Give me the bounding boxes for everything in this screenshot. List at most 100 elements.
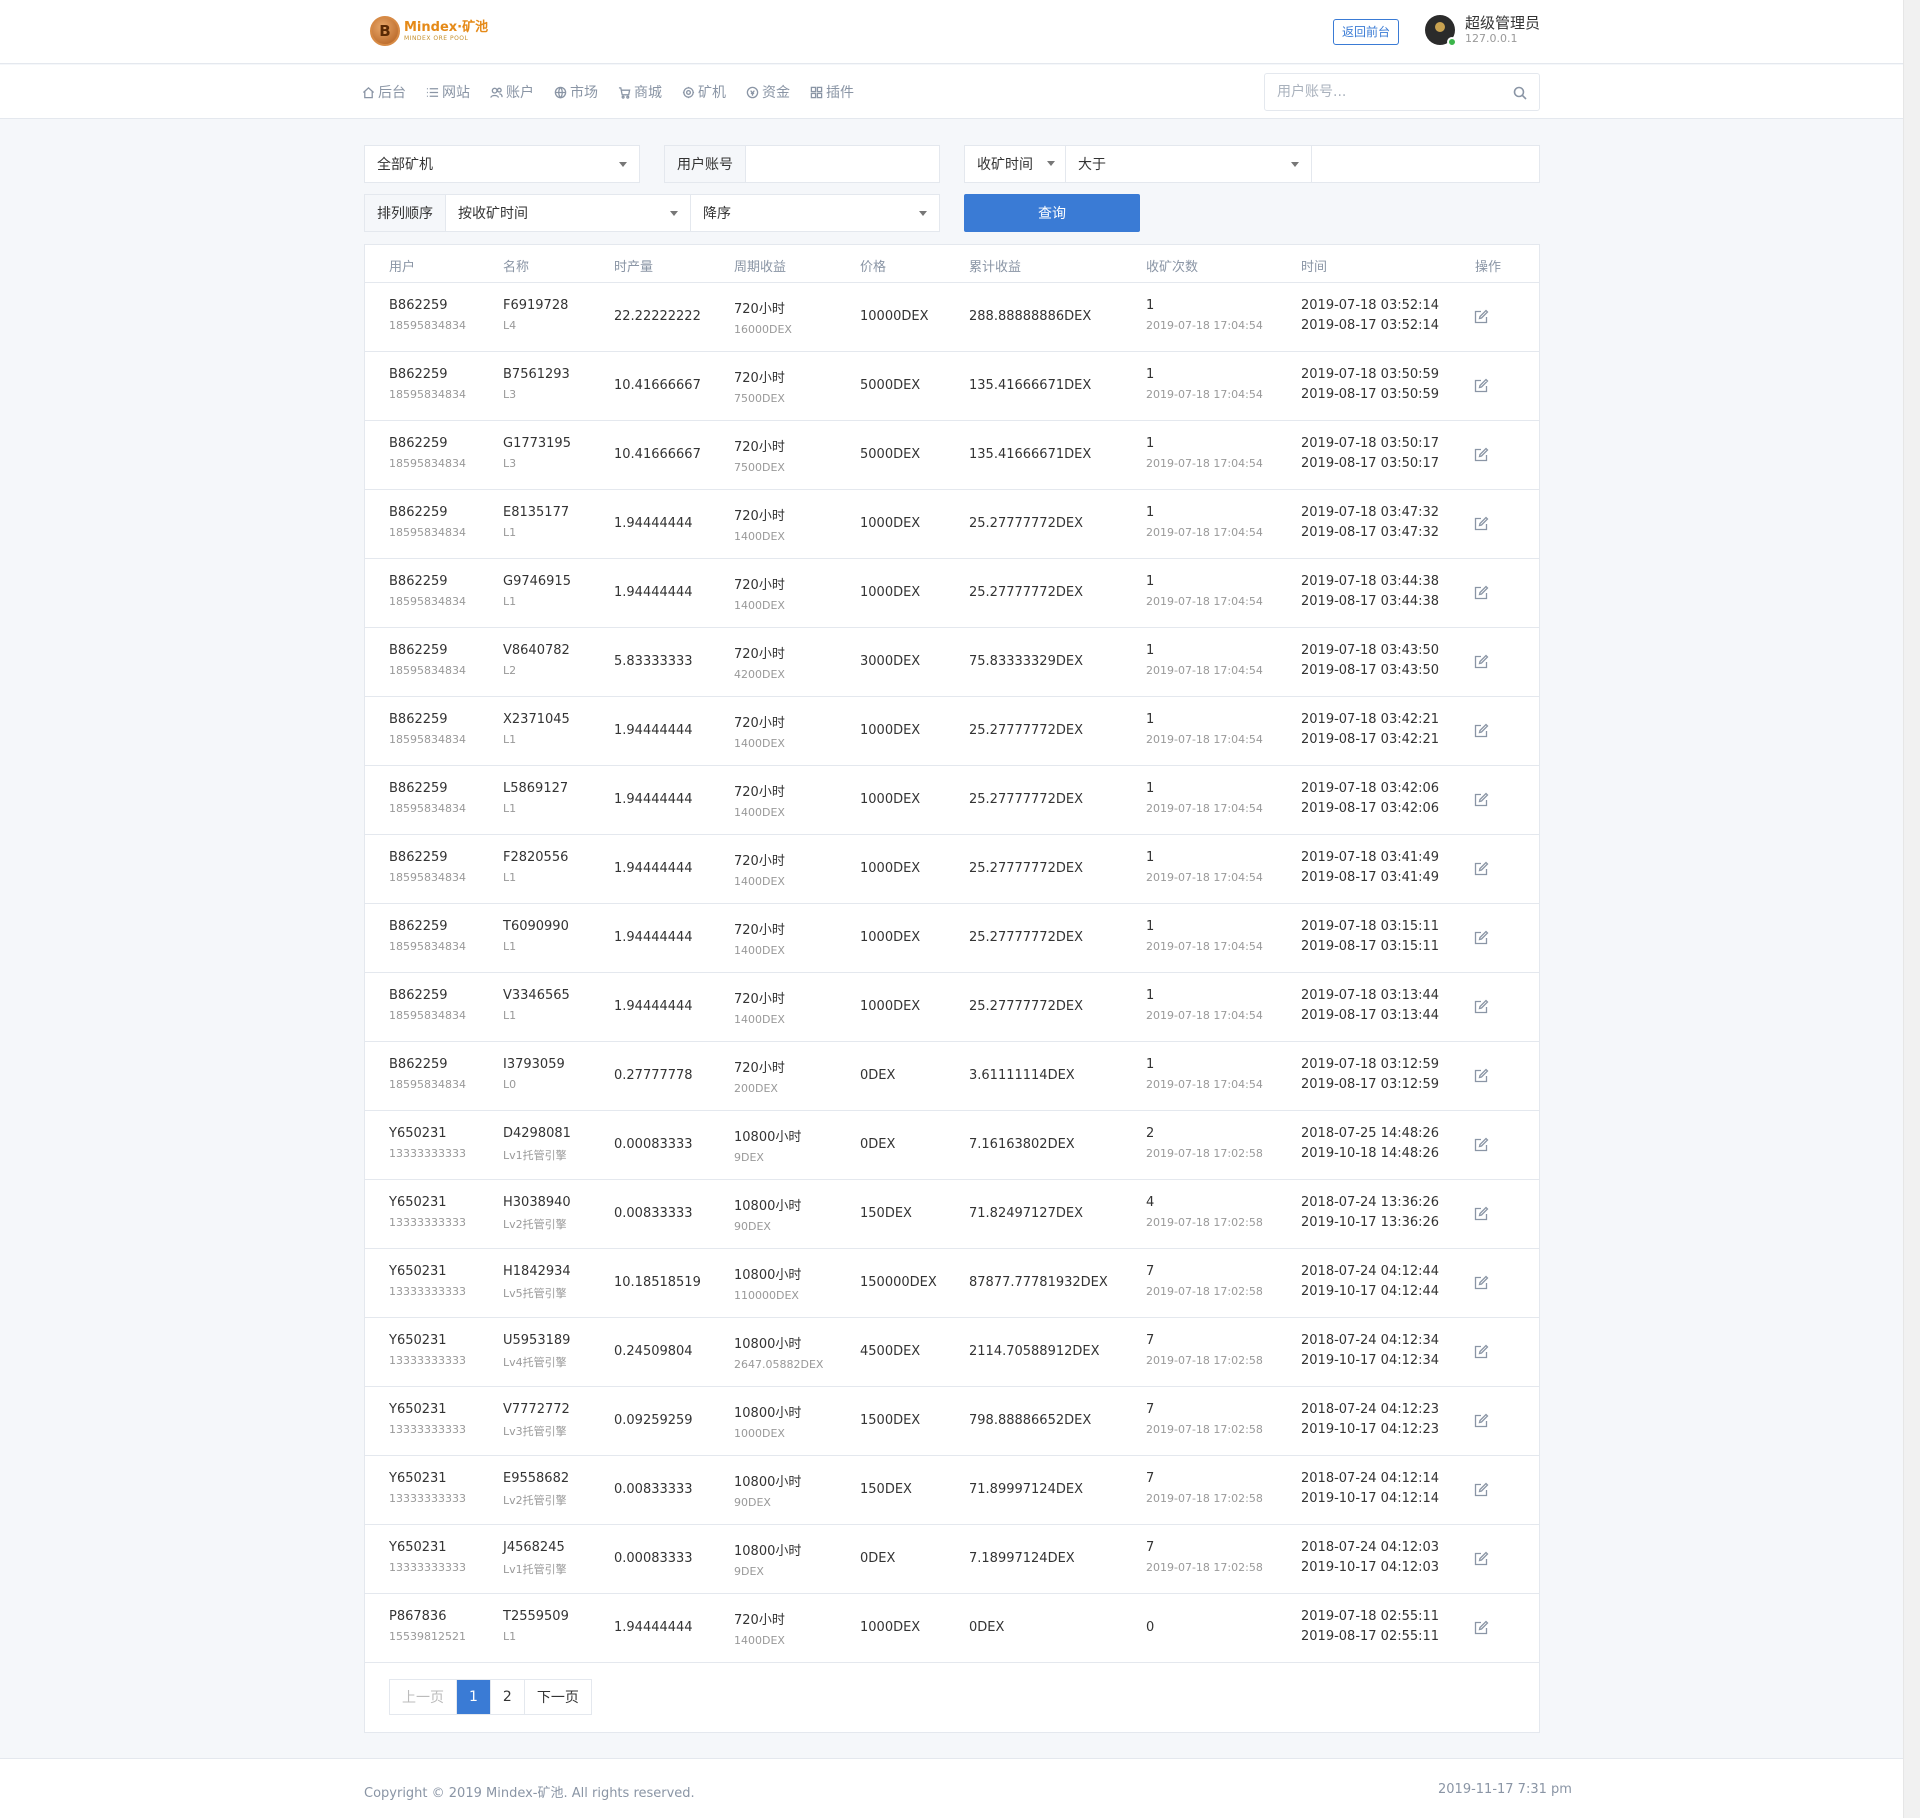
table-cell: 1.94444444 [614, 792, 693, 807]
table-cell: 5000DEX [860, 447, 920, 462]
end-time: 2019-10-17 04:12:03 [1301, 1560, 1440, 1575]
table-cell: 10800小时 9DEX [734, 1540, 801, 1578]
table-cell: 720小时 16000DEX [734, 298, 792, 336]
back-to-frontend-button[interactable]: 返回前台 [1333, 19, 1400, 45]
last-collect-time: 2019-07-18 17:02:58 [1146, 1423, 1263, 1436]
hourly-output: 10.18518519 [614, 1275, 701, 1290]
edit-icon[interactable] [1473, 378, 1489, 394]
user-menu[interactable]: 超级管理员 127.0.0.1 [1425, 14, 1540, 47]
edit-icon[interactable] [1473, 1344, 1489, 1360]
page-2-button[interactable]: 2 [490, 1680, 525, 1714]
total-income: 25.27777772DEX [969, 861, 1083, 876]
compare-select[interactable]: 大于 [1066, 146, 1312, 182]
list-icon [426, 87, 439, 97]
brand-logo[interactable]: B Mindex·矿池 MINDEX ORE POOL [370, 16, 488, 46]
table-cell: 1.94444444 [614, 1620, 693, 1635]
table-cell: 4500DEX [860, 1344, 920, 1359]
table-cell: B862259 18595834834 [389, 1057, 466, 1091]
user-id: B862259 [389, 1057, 448, 1072]
sort-direction-select[interactable]: 降序 [691, 195, 939, 231]
user-phone: 13333333333 [389, 1561, 466, 1574]
miner-level: Lv1托管引擎 [503, 1149, 567, 1162]
edit-icon[interactable] [1473, 1137, 1489, 1153]
nav-item-label: 账户 [506, 85, 534, 101]
table-cell: 720小时 1400DEX [734, 505, 785, 543]
miner-level: Lv1托管引擎 [503, 1563, 567, 1576]
edit-icon[interactable] [1473, 1482, 1489, 1498]
nav-item-label: 网站 [442, 85, 470, 101]
avatar[interactable] [1425, 14, 1457, 47]
footer: Copyright © 2019 Mindex-矿池. All rights r… [0, 1758, 1903, 1818]
next-page-button[interactable]: 下一页 [524, 1680, 591, 1714]
time-field-select[interactable]: 收矿时间 [965, 146, 1066, 182]
miner-level: L4 [503, 319, 517, 332]
nav-item-accounts[interactable]: 账户 [490, 82, 534, 102]
last-collect-time: 2019-07-18 17:02:58 [1146, 1147, 1263, 1160]
column-header: 时间 [1301, 260, 1328, 275]
nav-item-dashboard[interactable]: 后台 [362, 82, 406, 102]
table-row: B862259 18595834834 X2371045 L1 1.94444444 72… [365, 697, 1539, 766]
nav-item-miners[interactable]: 矿机 [682, 82, 726, 102]
edit-icon[interactable] [1473, 654, 1489, 670]
table-row: B862259 18595834834 V3346565 L1 1.94444444 72… [365, 973, 1539, 1042]
table-cell: 3000DEX [860, 654, 920, 669]
edit-icon[interactable] [1473, 1551, 1489, 1567]
edit-icon[interactable] [1473, 999, 1489, 1015]
table-cell: 1 2019-07-18 17:04:54 [1146, 1057, 1263, 1091]
end-time: 2019-10-17 04:12:34 [1301, 1353, 1440, 1368]
edit-icon[interactable] [1473, 1206, 1489, 1222]
query-button[interactable]: 查询 [964, 194, 1140, 232]
table-cell: 7 2019-07-18 17:02:58 [1146, 1540, 1263, 1574]
total-income: 25.27777772DEX [969, 585, 1083, 600]
edit-icon[interactable] [1473, 861, 1489, 877]
edit-icon[interactable] [1473, 1275, 1489, 1291]
edit-icon[interactable] [1473, 447, 1489, 463]
column-header: 名称 [503, 260, 530, 275]
page-1-button[interactable]: 1 [457, 1680, 491, 1714]
user-id: B862259 [389, 643, 448, 658]
edit-icon[interactable] [1473, 585, 1489, 601]
last-collect-time: 2019-07-18 17:04:54 [1146, 1009, 1263, 1022]
edit-icon[interactable] [1473, 1068, 1489, 1084]
nav-item-funds[interactable]: 资金 [746, 82, 790, 102]
nav-item-plugins[interactable]: 插件 [810, 82, 854, 102]
scrollbar[interactable] [1903, 0, 1920, 1818]
table-row: Y650231 13333333333 H1842934 Lv5托管引擎 10.1851… [365, 1249, 1539, 1318]
miner-level: Lv4托管引擎 [503, 1356, 567, 1369]
search-icon[interactable] [1513, 86, 1527, 100]
time-filter: 收矿时间 大于 [964, 145, 1540, 183]
nav-item-shop[interactable]: 商城 [618, 82, 662, 102]
edit-icon[interactable] [1473, 516, 1489, 532]
table-cell: 1 2019-07-18 17:04:54 [1146, 505, 1263, 539]
table-cell: 1 2019-07-18 17:04:54 [1146, 367, 1263, 401]
edit-icon[interactable] [1473, 792, 1489, 808]
prev-page-button[interactable]: 上一页 [390, 1680, 457, 1714]
cycle-income: 110000DEX [734, 1289, 799, 1302]
miner-type-select[interactable]: 全部矿机 [364, 145, 640, 183]
column-header: 周期收益 [734, 260, 787, 275]
table-cell: 7 2019-07-18 17:02:58 [1146, 1264, 1263, 1298]
table-cell: 7.16163802DEX [969, 1137, 1075, 1152]
user-phone: 13333333333 [389, 1354, 466, 1367]
edit-icon[interactable] [1473, 1413, 1489, 1429]
edit-icon[interactable] [1473, 309, 1489, 325]
cycle-income: 90DEX [734, 1220, 771, 1233]
edit-icon[interactable] [1473, 723, 1489, 739]
edit-icon[interactable] [1473, 930, 1489, 946]
nav-item-market[interactable]: 市场 [554, 82, 598, 102]
total-income: 25.27777772DEX [969, 792, 1083, 807]
miner-name: L5869127 [503, 781, 569, 796]
table-cell: H3038940 Lv2托管引擎 [503, 1195, 571, 1232]
last-collect-time: 2019-07-18 17:04:54 [1146, 733, 1263, 746]
coin-icon [746, 86, 759, 98]
cycle-income: 2647.05882DEX [734, 1358, 824, 1371]
account-search-input[interactable] [1265, 74, 1495, 110]
sort-by-select[interactable]: 按收矿时间 [446, 195, 691, 231]
table-row: B862259 18595834834 F2820556 L1 1.94444444 72… [365, 835, 1539, 904]
table-cell: 1000DEX [860, 999, 920, 1014]
hourly-output: 0.00083333 [614, 1137, 693, 1152]
table-row: Y650231 13333333333 E9558682 Lv2托管引擎 0.00833… [365, 1456, 1539, 1525]
table-cell: 10000DEX [860, 309, 929, 324]
edit-icon[interactable] [1473, 1620, 1489, 1636]
nav-item-website[interactable]: 网站 [426, 82, 470, 102]
